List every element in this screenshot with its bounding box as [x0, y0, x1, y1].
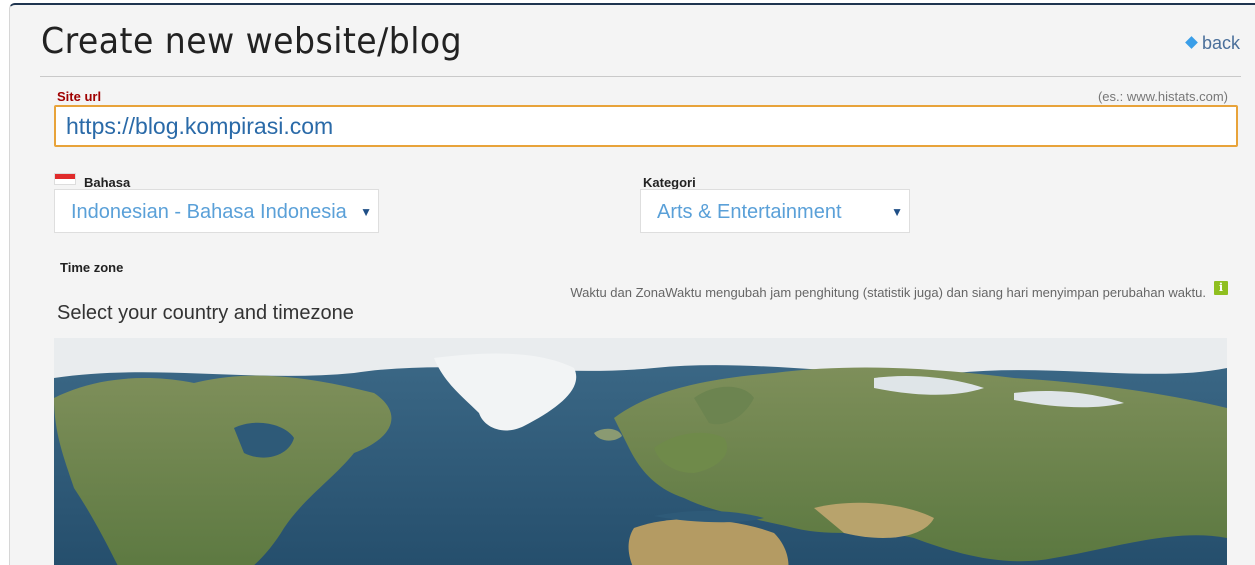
title-divider [40, 76, 1241, 77]
create-site-panel: Create new website/blog back Site url (e… [9, 3, 1255, 565]
indonesia-flag-icon [54, 173, 76, 185]
back-link[interactable]: back [1185, 33, 1240, 54]
info-icon[interactable]: i [1214, 281, 1228, 295]
category-label: Kategori [643, 175, 696, 190]
select-country-prompt: Select your country and timezone [57, 302, 354, 324]
category-selected-value: Arts & Entertainment [657, 201, 842, 223]
back-label: back [1201, 33, 1240, 53]
page-title: Create new website/blog [41, 21, 463, 62]
diamond-icon [1185, 36, 1198, 49]
site-url-hint: (es.: www.histats.com) [1097, 89, 1228, 104]
language-label: Bahasa [84, 175, 131, 190]
world-map-image [54, 338, 1227, 565]
language-select[interactable]: Indonesian - Bahasa Indonesia ▼ [54, 189, 379, 233]
timezone-info-text: Waktu dan ZonaWaktu mengubah jam penghit… [570, 285, 1206, 300]
category-select[interactable]: Arts & Entertainment ▼ [640, 189, 910, 233]
timezone-label: Time zone [60, 260, 124, 275]
caret-down-icon: ▼ [360, 205, 372, 219]
world-timezone-map[interactable] [54, 338, 1227, 565]
site-url-label: Site url [57, 89, 102, 104]
site-url-input[interactable]: https://blog.kompirasi.com [54, 105, 1238, 147]
caret-down-icon: ▼ [891, 205, 903, 219]
language-selected-value: Indonesian - Bahasa Indonesia [71, 201, 347, 223]
